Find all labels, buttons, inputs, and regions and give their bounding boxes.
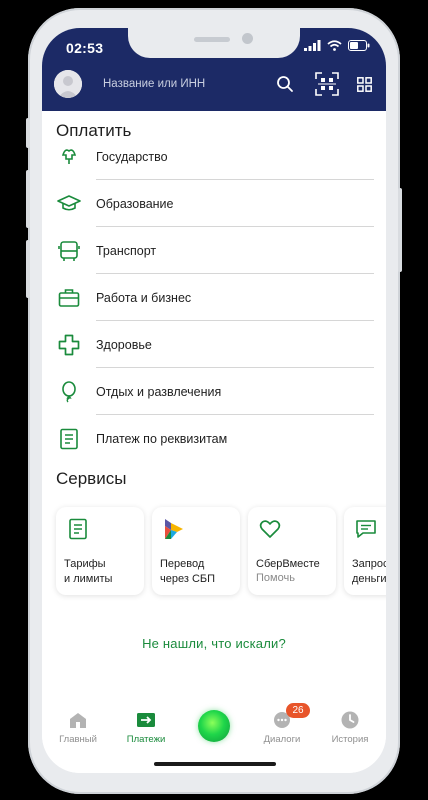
status-bar: 02:53 [42,28,386,68]
balloon-icon [62,381,76,403]
service-card-request-money[interactable]: Запрос деньги [344,507,386,595]
tab-payments[interactable]: Платежи [114,709,178,745]
pay-item-label: Работа и бизнес [96,291,192,305]
phone-power-button [398,188,402,272]
sbp-logo-icon [165,519,183,539]
not-found-link[interactable]: Не нашли, что искали? [42,636,386,651]
signal-icon [304,40,321,51]
divider [96,320,374,321]
pay-item-health[interactable]: Здоровье [42,322,386,368]
home-indicator[interactable] [154,762,276,766]
app-header: 02:53 Название или ИНН [42,28,386,111]
avatar[interactable] [54,70,82,98]
payments-icon [137,713,155,727]
pay-item-government[interactable]: Государство [42,134,386,180]
pay-item-leisure[interactable]: Отдых и развлечения [42,369,386,415]
services-section-title: Сервисы [56,469,127,488]
service-card-title: СберВместе [256,558,320,570]
pay-item-label: Здоровье [96,338,152,352]
chat-icon [356,520,376,538]
wifi-icon [327,40,342,51]
briefcase-icon [58,289,80,307]
tab-label: Главный [59,734,97,745]
phone-volume-up-button [26,170,30,228]
clock-icon [341,711,359,729]
pay-item-transport[interactable]: Транспорт [42,228,386,274]
services-carousel[interactable]: Тарифы и лимиты Перевод через СБП СберВм… [56,507,386,599]
document-icon [69,518,87,540]
tab-history[interactable]: История [318,709,382,745]
notch [128,28,300,58]
service-card-title: Тарифы и лимиты [64,558,113,585]
assistant-icon[interactable] [198,710,230,742]
divider [96,367,374,368]
qr-scan-icon[interactable] [315,72,339,96]
status-time: 02:53 [66,40,104,56]
tab-label: Диалоги [263,734,301,745]
pay-item-education[interactable]: Образование [42,181,386,227]
search-icon[interactable] [276,75,294,93]
document-icon [60,428,78,450]
pay-item-work-business[interactable]: Работа и бизнес [42,275,386,321]
divider [96,273,374,274]
government-icon [61,149,77,164]
service-card-subtitle: Помочь [256,572,295,584]
phone-mute-button [26,118,30,148]
divider [96,414,374,415]
phone-volume-down-button [26,240,30,298]
tab-label: История [331,734,369,745]
service-card-sbervmeste[interactable]: СберВместе Помочь [248,507,336,595]
medical-cross-icon [58,334,80,356]
divider [96,226,374,227]
service-card-title: Перевод через СБП [160,558,216,585]
service-card-title: Запрос деньги [352,558,386,585]
tab-home[interactable]: Главный [46,709,110,745]
pay-item-label: Государство [96,150,168,164]
pay-item-label: Платеж по реквизитам [96,432,228,446]
home-icon [70,713,86,728]
battery-icon [348,40,370,51]
pay-item-label: Образование [96,197,174,211]
phone-screen: 02:53 Название или ИНН Оплатить Государс… [42,28,386,773]
bus-icon [58,241,80,261]
status-icons [304,40,370,51]
search-input[interactable]: Название или ИНН [103,78,205,90]
search-row: Название или ИНН [42,68,386,108]
divider [96,179,374,180]
user-silhouette-icon [54,70,82,98]
pay-item-label: Транспорт [96,244,157,258]
pay-item-label: Отдых и развлечения [96,385,222,399]
menu-grid-icon[interactable] [357,77,372,92]
graduation-cap-icon [57,195,81,211]
service-card-tariffs[interactable]: Тарифы и лимиты [56,507,144,595]
heart-icon [259,520,281,538]
front-camera [242,33,253,44]
tab-dialogs[interactable]: 26 Диалоги [250,703,314,745]
speaker [194,37,230,42]
pay-item-requisites[interactable]: Платеж по реквизитам [42,416,386,462]
unread-badge: 26 [286,703,310,718]
tab-label: Платежи [126,734,166,745]
service-card-sbp[interactable]: Перевод через СБП [152,507,240,595]
